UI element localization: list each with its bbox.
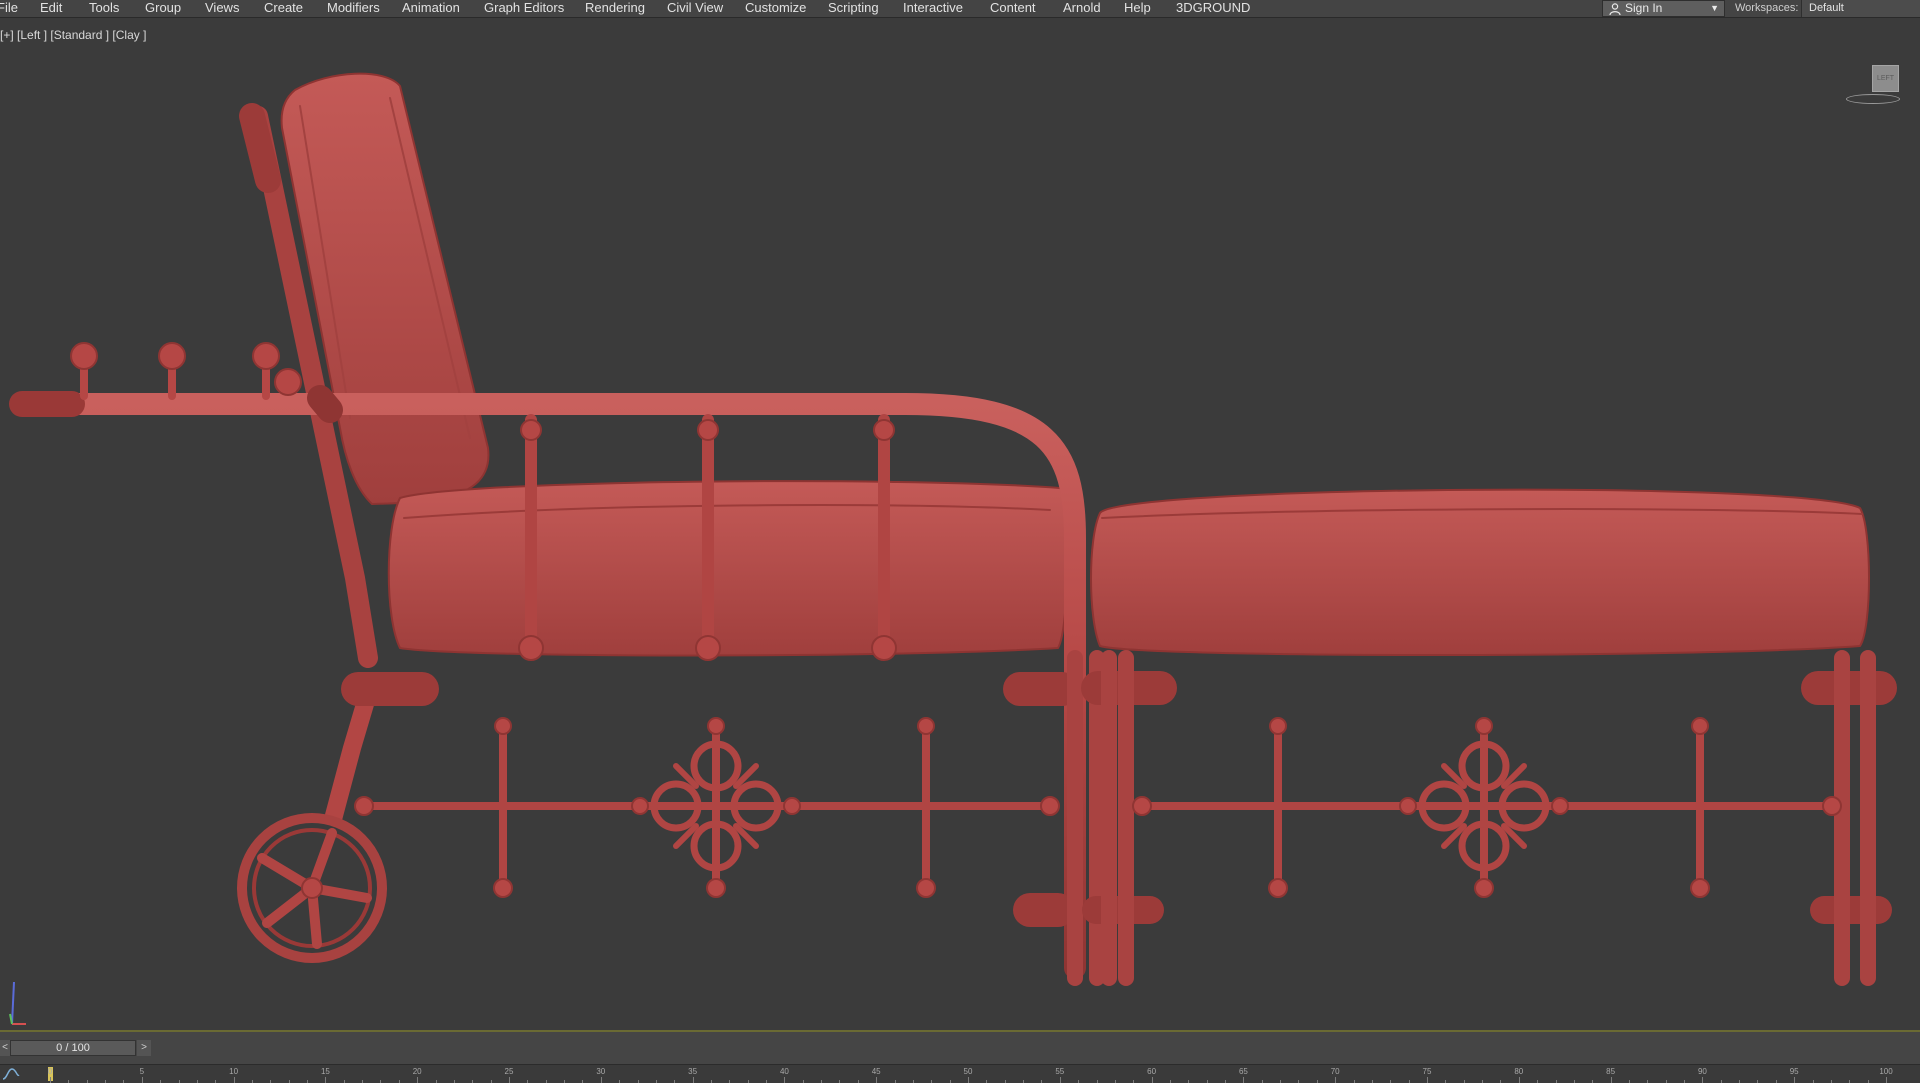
menu-bar: File Edit Tools Group Views Create Modifiers An… bbox=[0, 0, 1920, 18]
timeline-tick-label: 100 bbox=[1879, 1067, 1893, 1076]
timeline-tick bbox=[417, 1077, 419, 1083]
timeline-tick bbox=[509, 1077, 510, 1083]
timeline-tick-label: 85 bbox=[1606, 1067, 1616, 1076]
timeline-tick-label: 10 bbox=[229, 1067, 239, 1076]
menu-modifiers[interactable]: Modifiers bbox=[327, 0, 380, 15]
menu-create[interactable]: Create bbox=[264, 0, 303, 15]
timeline-tick bbox=[600, 1077, 602, 1083]
timeline-tick-label: 30 bbox=[596, 1067, 606, 1076]
timeline-tick-label: 65 bbox=[1238, 1067, 1248, 1076]
track-bar[interactable]: 0 5 10 15 20 25 30 35 40 45 50 55 60 65 70 75 80 85 90 95 10… bbox=[0, 1064, 1920, 1083]
timeline-tick bbox=[1702, 1077, 1704, 1083]
timeline-tick bbox=[233, 1077, 235, 1083]
chaise-lounge-model bbox=[9, 72, 1897, 986]
timeline-tick-label: 20 bbox=[412, 1067, 422, 1076]
timeline-tick-label: 40 bbox=[779, 1067, 789, 1076]
menu-interactive[interactable]: Interactive bbox=[903, 0, 963, 15]
menu-views[interactable]: Views bbox=[205, 0, 239, 15]
next-frame-button[interactable]: > bbox=[137, 1040, 151, 1056]
viewcube-face[interactable]: LEFT bbox=[1872, 65, 1899, 92]
menu-content[interactable]: Content bbox=[990, 0, 1036, 15]
timeline-tick-label: 70 bbox=[1330, 1067, 1340, 1076]
menu-rendering[interactable]: Rendering bbox=[585, 0, 645, 15]
menu-graph-editors[interactable]: Graph Editors bbox=[484, 0, 564, 15]
menu-3dground[interactable]: 3DGROUND bbox=[1176, 0, 1250, 15]
menu-animation[interactable]: Animation bbox=[402, 0, 460, 15]
timeline-tick bbox=[1518, 1077, 1520, 1083]
timeline-tick bbox=[1794, 1077, 1796, 1083]
timeline-tick bbox=[784, 1077, 786, 1083]
timeline-tick-label: 25 bbox=[504, 1067, 514, 1076]
menu-tools[interactable]: Tools bbox=[89, 0, 119, 15]
timeline-tick-label: 55 bbox=[1055, 1067, 1065, 1076]
time-slider[interactable]: 0 / 100 bbox=[10, 1040, 136, 1056]
chevron-down-icon: ▼ bbox=[1710, 3, 1719, 13]
viewcube-compass-ring[interactable] bbox=[1846, 94, 1900, 104]
timeline-tick bbox=[876, 1077, 878, 1083]
timeline-tick-label: 90 bbox=[1697, 1067, 1707, 1076]
workspaces-select[interactable]: Default bbox=[1801, 0, 1920, 17]
timeline-tick bbox=[1059, 1077, 1061, 1083]
sign-in-label: Sign In bbox=[1625, 1, 1663, 15]
menu-customize[interactable]: Customize bbox=[745, 0, 806, 15]
timeline-tick-label: 95 bbox=[1789, 1067, 1799, 1076]
menu-civil-view[interactable]: Civil View bbox=[667, 0, 723, 15]
timeline-tick bbox=[325, 1077, 327, 1083]
timeline-tick bbox=[1243, 1077, 1245, 1083]
timeline-tick bbox=[968, 1077, 969, 1083]
timeline-tick-label: 35 bbox=[688, 1067, 698, 1076]
menu-group[interactable]: Group bbox=[145, 0, 181, 15]
menu-help[interactable]: Help bbox=[1124, 0, 1151, 15]
timeline-tick-label: 75 bbox=[1422, 1067, 1432, 1076]
timeline-tick-label: 0 bbox=[47, 1067, 53, 1076]
timeline-tick bbox=[1610, 1077, 1612, 1083]
timeline-tick bbox=[1151, 1077, 1153, 1083]
timeline-tick-label: 45 bbox=[871, 1067, 881, 1076]
sign-in-dropdown[interactable]: Sign In ▼ bbox=[1602, 0, 1725, 17]
user-icon bbox=[1609, 3, 1621, 15]
timeline-tick bbox=[692, 1077, 694, 1083]
curve-editor-icon[interactable] bbox=[2, 1067, 20, 1081]
timeline-tick-label: 5 bbox=[139, 1067, 145, 1076]
previous-frame-button[interactable]: < bbox=[0, 1040, 10, 1056]
time-slider-bar: < 0 / 100 > 0 5 10 15 20 25 30 35 40 45 50 55 60 65 70… bbox=[0, 1030, 1920, 1083]
timeline-tick-label: 80 bbox=[1514, 1067, 1524, 1076]
timeline-tick bbox=[1886, 1077, 1887, 1083]
menu-file[interactable]: File bbox=[0, 0, 18, 15]
timeline-tick-label: 60 bbox=[1147, 1067, 1157, 1076]
menu-scripting[interactable]: Scripting bbox=[828, 0, 879, 15]
menu-edit[interactable]: Edit bbox=[40, 0, 62, 15]
left-viewport[interactable]: [+] [Left ] [Standard ] [Clay ] LEFT bbox=[0, 18, 1920, 1030]
timeline-tick bbox=[50, 1077, 51, 1083]
menu-arnold[interactable]: Arnold bbox=[1063, 0, 1101, 15]
timeline-tick bbox=[1335, 1077, 1337, 1083]
timeline-tick bbox=[141, 1077, 143, 1083]
timeline-tick-label: 15 bbox=[320, 1067, 330, 1076]
viewcube[interactable]: LEFT bbox=[1846, 65, 1900, 113]
timeline-tick-label: 50 bbox=[963, 1067, 973, 1076]
axis-tripod-icon bbox=[9, 981, 26, 1025]
workspaces-label: Workspaces: bbox=[1735, 2, 1799, 14]
timeline-tick bbox=[1427, 1077, 1428, 1083]
